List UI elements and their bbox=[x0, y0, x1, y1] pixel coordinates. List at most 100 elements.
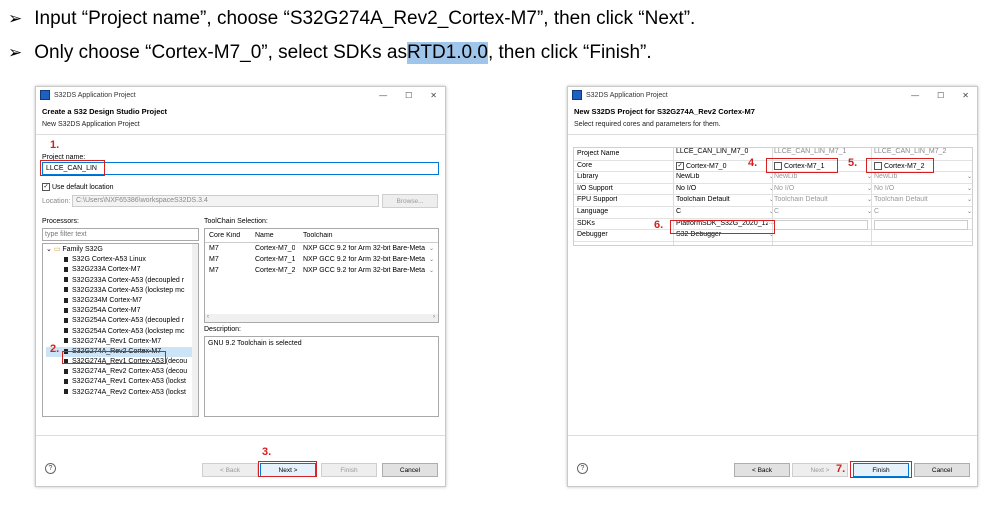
grid-cell[interactable]: C bbox=[874, 208, 966, 215]
right-cancel-button[interactable]: Cancel bbox=[914, 463, 970, 477]
help-icon[interactable]: ? bbox=[45, 463, 56, 474]
step4-label: 4. bbox=[748, 157, 758, 169]
tree-item[interactable]: S32G233A Cortex-M7 bbox=[46, 265, 198, 275]
tc-core-kind: M7 bbox=[209, 267, 219, 274]
right-window-title: S32DS Application Project bbox=[586, 91, 668, 99]
tree-item[interactable]: S32G254A Cortex-A53 (lockstep mc bbox=[46, 327, 198, 337]
grid-cell[interactable]: NewLib bbox=[874, 173, 966, 180]
grid-cell[interactable]: C bbox=[774, 208, 866, 215]
help-icon[interactable]: ? bbox=[577, 463, 588, 474]
chevron-down-icon[interactable]: ⌄ bbox=[967, 185, 972, 192]
maximize-icon[interactable]: ☐ bbox=[937, 91, 944, 100]
arrow-bullet-icon: ➢ bbox=[8, 43, 23, 62]
left-dialog: S32DS Application Project — ☐ ✕ Create a… bbox=[35, 86, 446, 487]
step2-label: 2. bbox=[50, 343, 60, 355]
tree-item[interactable]: S32G233A Cortex-A53 (lockstep mc bbox=[46, 286, 198, 296]
tc-hscroll[interactable]: ‹ › bbox=[205, 314, 438, 322]
chevron-down-icon[interactable]: ⌄ bbox=[967, 196, 972, 203]
tree-item[interactable]: S32G274A_Rev1 Cortex-A53 (lockst bbox=[46, 377, 198, 387]
step7-label: 7. bbox=[836, 463, 846, 475]
grid-cell[interactable]: No I/O bbox=[676, 185, 768, 192]
tree-item[interactable]: S32G274A_Rev1 Cortex-M7 bbox=[46, 337, 198, 347]
sdk-empty-field[interactable] bbox=[774, 219, 868, 230]
maximize-icon[interactable]: ☐ bbox=[405, 91, 412, 100]
footer-divider bbox=[568, 435, 977, 436]
sdk-empty-field[interactable] bbox=[874, 219, 968, 230]
browse-button[interactable]: Browse... bbox=[382, 194, 438, 208]
tc-toolchain-select[interactable]: NXP GCC 9.2 for Arm 32-bit Bare-Meta bbox=[303, 245, 428, 252]
grid-row-label: FPU Support bbox=[577, 196, 618, 204]
processors-tree: ⌄ ▭ Family S32G S32G Cortex-A53 Linux S32… bbox=[42, 243, 199, 417]
tree-item-label: S32G254A Cortex-M7 bbox=[72, 307, 141, 315]
chip-icon bbox=[64, 379, 68, 385]
left-back-button[interactable]: < Back bbox=[202, 463, 258, 477]
step1-highlight bbox=[40, 160, 105, 176]
filter-input[interactable]: type filter text bbox=[42, 228, 199, 241]
step2-highlight bbox=[62, 351, 166, 364]
grid-cell[interactable]: C bbox=[676, 208, 768, 215]
grid-column-header: LLCE_CAN_LIN_M7_2 bbox=[874, 148, 947, 155]
tree-item[interactable]: S32G274A_Rev2 Cortex-A53 (lockst bbox=[46, 388, 198, 398]
tree-item[interactable]: S32G233A Cortex-A53 (decoupled r bbox=[46, 276, 198, 286]
grid-row-label: Language bbox=[577, 208, 609, 215]
grid-cell-value: No I/O bbox=[874, 184, 895, 192]
grid-cell[interactable]: No I/O bbox=[774, 185, 866, 192]
close-icon[interactable]: ✕ bbox=[430, 91, 437, 100]
minimize-icon[interactable]: — bbox=[911, 91, 919, 100]
location-label: Location: bbox=[42, 198, 71, 205]
grid-cell-value: Toolchain Default bbox=[774, 196, 828, 204]
tree-item[interactable]: S32G Cortex-A53 Linux bbox=[46, 255, 198, 265]
chip-icon bbox=[64, 389, 68, 395]
tc-core-kind: M7 bbox=[209, 256, 219, 263]
chevron-down-icon[interactable]: ⌄ bbox=[967, 173, 972, 180]
left-cancel-button[interactable]: Cancel bbox=[382, 463, 438, 477]
close-icon[interactable]: ✕ bbox=[962, 91, 969, 100]
chevron-down-icon[interactable]: ⌄ bbox=[429, 245, 434, 252]
use-default-location[interactable]: ✓ Use default location bbox=[42, 183, 113, 191]
tree-item[interactable]: S32G254A Cortex-A53 (decoupled r bbox=[46, 316, 198, 326]
tc-toolchain-select[interactable]: NXP GCC 9.2 for Arm 32-bit Bare-Meta bbox=[303, 256, 428, 263]
step4-highlight bbox=[766, 158, 838, 173]
grid-row-divider bbox=[574, 217, 972, 219]
grid-cell[interactable]: NewLib bbox=[774, 173, 866, 180]
use-default-label: Use default location bbox=[52, 183, 114, 191]
highlighted-rtd-version: RTD1.0.0 bbox=[407, 42, 488, 64]
tree-item[interactable]: S32G254A Cortex-M7 bbox=[46, 306, 198, 316]
arrow-bullet-icon: ➢ bbox=[8, 9, 23, 28]
grid-cell-value: C bbox=[774, 208, 780, 215]
left-finish-button[interactable]: Finish bbox=[321, 463, 377, 477]
grid-cell[interactable]: Toolchain Default bbox=[874, 196, 966, 203]
checkbox-checked-icon[interactable]: ✓ bbox=[42, 183, 50, 191]
tree-item-label: S32G233A Cortex-M7 bbox=[72, 266, 141, 274]
chevron-down-icon[interactable]: ⌄ bbox=[967, 208, 972, 215]
grid-row-label: Core bbox=[577, 161, 593, 169]
tc-toolchain-select[interactable]: NXP GCC 9.2 for Arm 32-bit Bare-Meta bbox=[303, 267, 428, 274]
tree-scrollbar[interactable] bbox=[192, 244, 198, 416]
right-header-title: New S32DS Project for S32G274A_Rev2 Cort… bbox=[574, 107, 755, 116]
tree-item[interactable]: S32G274A_Rev2 Cortex-A53 (decou bbox=[46, 367, 198, 377]
left-titlebar: S32DS Application Project — ☐ ✕ bbox=[36, 87, 445, 103]
grid-cell[interactable]: No I/O bbox=[874, 185, 966, 192]
tree-item[interactable]: S32G234M Cortex-M7 bbox=[46, 296, 198, 306]
description-value: GNU 9.2 Toolchain is selected bbox=[208, 340, 302, 347]
grid-column-header: LLCE_CAN_LIN_M7_1 bbox=[774, 148, 847, 155]
tree-root-family[interactable]: ⌄ ▭ Family S32G bbox=[46, 245, 198, 255]
grid-cell[interactable]: Toolchain Default bbox=[774, 196, 866, 203]
location-input[interactable]: C:\Users\NXF65386\workspaceS32DS.3.4 bbox=[72, 195, 379, 207]
grid-cell[interactable]: NewLib bbox=[676, 173, 768, 180]
grid-cell[interactable]: Toolchain Default bbox=[676, 196, 768, 203]
grid-column-header: LLCE_CAN_LIN_M7_0 bbox=[676, 148, 749, 155]
instruction-text-2b: , then click “Finish”. bbox=[487, 42, 652, 63]
grid-row-divider bbox=[574, 205, 972, 207]
instruction-text-1: Input “Project name”, choose “S32G274A_R… bbox=[34, 8, 696, 29]
collapse-icon[interactable]: ⌄ bbox=[46, 246, 52, 253]
chevron-down-icon[interactable]: ⌄ bbox=[429, 256, 434, 263]
grid-cell-value: Toolchain Default bbox=[676, 196, 730, 204]
checkbox-checked-icon[interactable]: ✓ bbox=[676, 161, 684, 170]
minimize-icon[interactable]: — bbox=[379, 91, 387, 100]
right-back-button[interactable]: < Back bbox=[734, 463, 790, 477]
tc-core-kind: M7 bbox=[209, 245, 219, 252]
step6-label: 6. bbox=[654, 219, 664, 231]
grid-cell-value: No I/O bbox=[774, 184, 795, 192]
chevron-down-icon[interactable]: ⌄ bbox=[429, 267, 434, 274]
